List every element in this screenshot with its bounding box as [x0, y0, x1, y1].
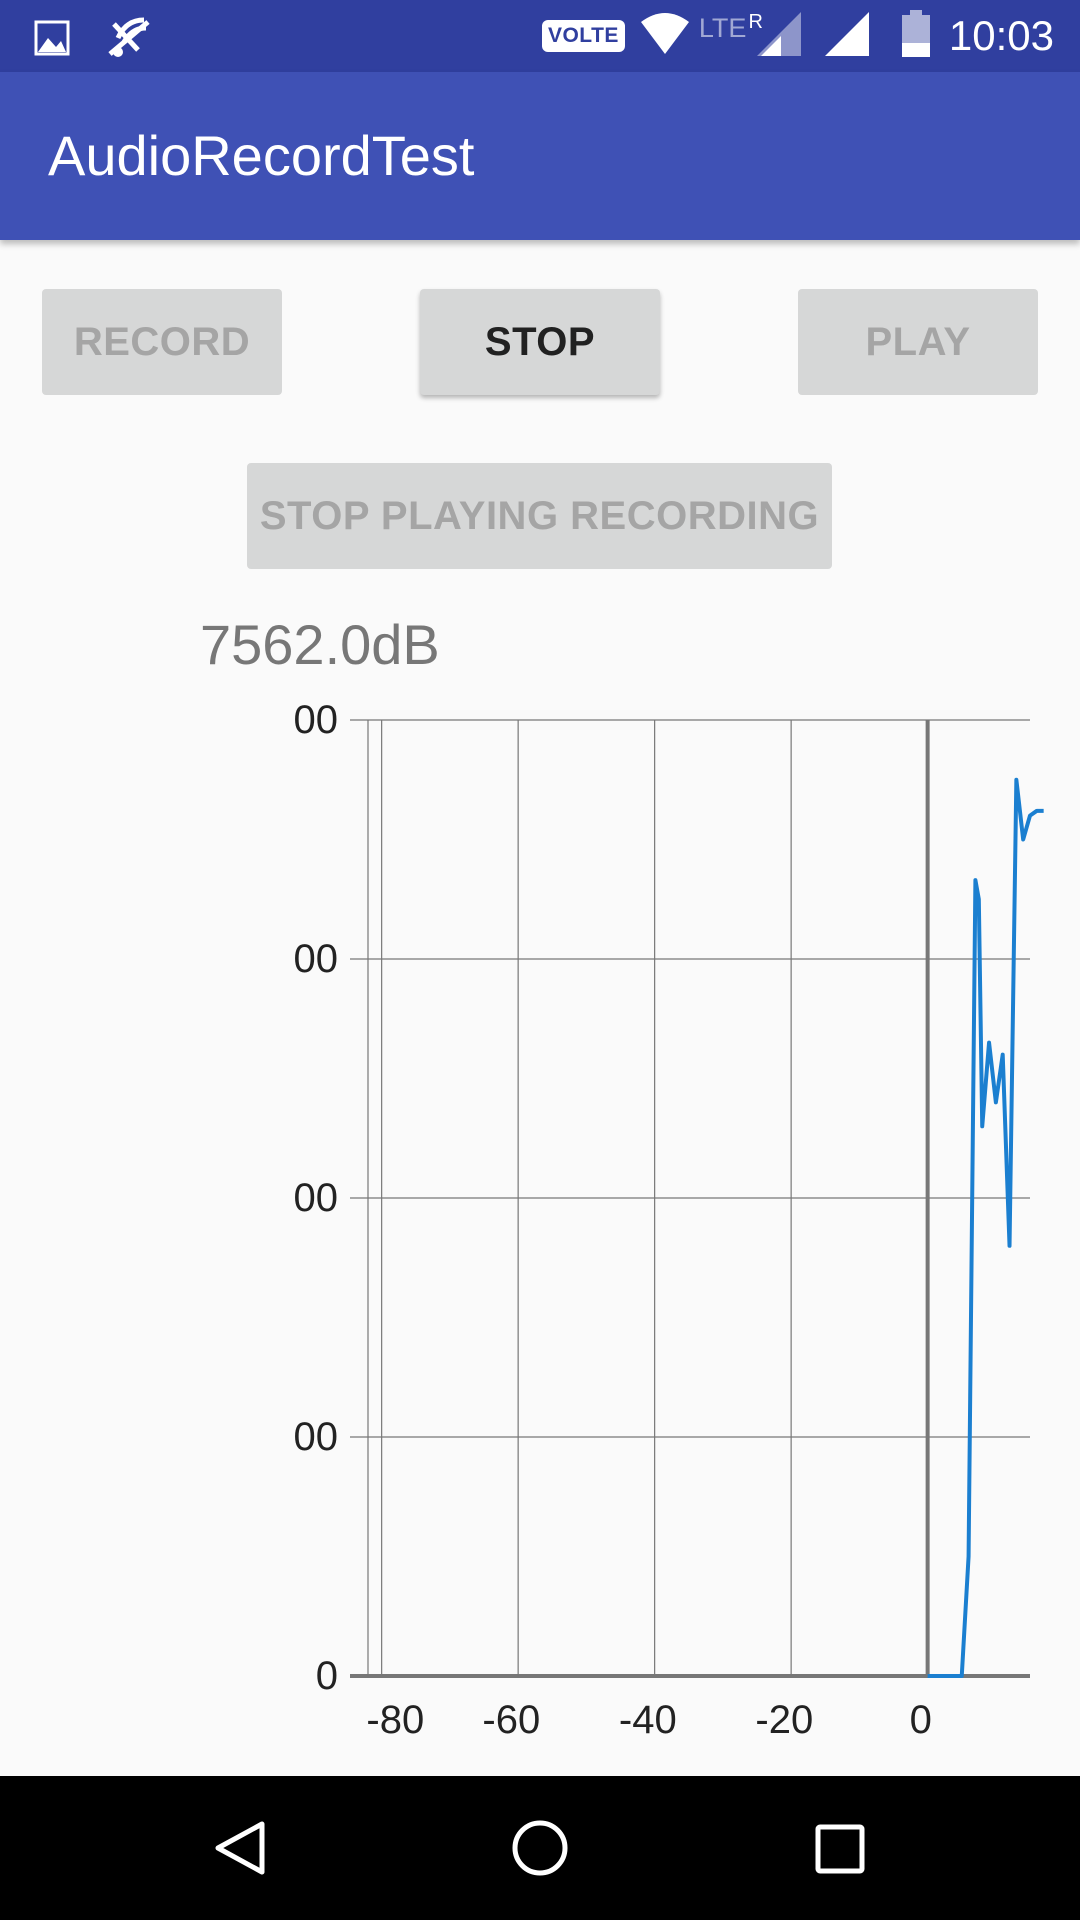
y-tick-label: 00: [294, 698, 339, 742]
navigation-bar: [0, 1776, 1080, 1920]
x-tick-label: -60: [482, 1698, 540, 1742]
x-tick-label: -40: [619, 1698, 677, 1742]
audio-level-chart: 000000000-80 -60 -40 -20 0: [294, 698, 1044, 1742]
y-tick-label: 00: [294, 1415, 339, 1459]
y-tick-label: 00: [294, 937, 339, 981]
x-tick-label: -80: [366, 1698, 424, 1742]
recents-icon[interactable]: [815, 1824, 865, 1874]
x-tick-label: -20: [755, 1698, 813, 1742]
level-series-line: [927, 777, 1044, 1678]
back-icon[interactable]: [215, 1821, 265, 1875]
y-tick-label: 0: [316, 1654, 338, 1698]
x-tick-label: 0: [910, 1698, 932, 1742]
home-icon[interactable]: [512, 1820, 568, 1876]
y-tick-label: 00: [294, 1176, 339, 1220]
